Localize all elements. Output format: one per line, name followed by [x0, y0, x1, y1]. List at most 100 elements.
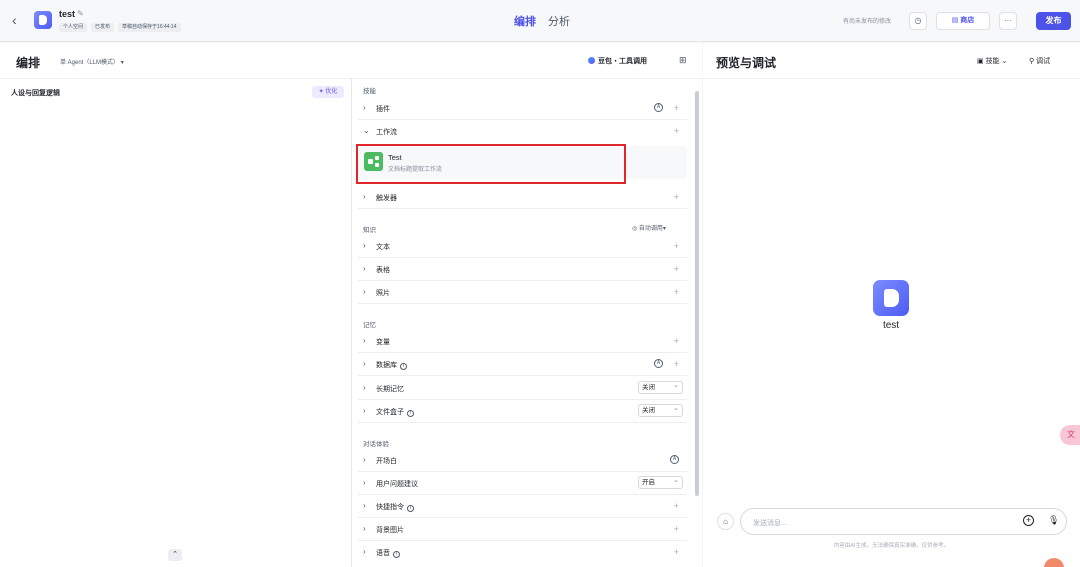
scrollbar[interactable] — [695, 91, 699, 496]
plus-icon[interactable]: + — [674, 547, 679, 557]
chevron-left-icon[interactable]: ‹ — [12, 13, 24, 27]
main-tabs: 编排 分析 — [514, 13, 570, 29]
row-table[interactable]: › 表格 + — [358, 258, 687, 281]
bot-name: test — [882, 320, 900, 331]
preview-panel: 预览与调试 ▣ 技能 ⌄ ⚲ 调试 test ⌂ 发送消息... + 🎙 内容由… — [703, 43, 1080, 567]
app-name: test — [59, 9, 76, 19]
plus-icon[interactable]: + — [674, 287, 679, 297]
section-memory: 记忆 — [363, 322, 376, 329]
auto-call-label: 自动调用 — [638, 226, 663, 232]
row-label: 文本 — [376, 244, 390, 251]
model-label: 豆包・工具调用 — [598, 58, 647, 65]
row-workflow[interactable]: ⌄ 工作流 + — [358, 120, 687, 143]
optimize-label: 优化 — [325, 89, 338, 95]
layout-grid-icon[interactable]: ⊞ — [679, 55, 687, 66]
clear-chat-icon[interactable]: ⌂ — [717, 513, 734, 530]
database-label: 数据库 — [376, 362, 397, 369]
plus-icon[interactable]: + — [674, 192, 679, 202]
row-label: 工作流 — [376, 129, 397, 136]
publish-button[interactable]: 发布 — [1036, 12, 1071, 30]
row-text[interactable]: › 文本 + — [358, 235, 687, 258]
ai-disclaimer: 内容由AI生成，无法确保真实准确，仅供参考。 — [833, 543, 950, 549]
published-badge: 已发布 — [91, 23, 115, 32]
mode-label: 单 Agent（LLM模式） — [60, 60, 120, 66]
shortcut-label: 快捷指令 — [376, 504, 404, 511]
input-placeholder: 发送消息... — [753, 520, 787, 527]
info-icon[interactable]: i — [407, 505, 414, 512]
row-label: 表格 — [376, 267, 390, 274]
row-long-memory[interactable]: › 长期记忆 关闭 — [358, 377, 687, 400]
persona-title: 人设与回复逻辑 — [11, 90, 60, 97]
long-memory-select[interactable]: 关闭 — [638, 380, 683, 394]
chevron-down-icon: ⌄ — [363, 126, 370, 135]
history-icon[interactable]: ◷ — [909, 12, 927, 30]
microphone-icon[interactable]: 🎙 — [1048, 515, 1059, 526]
translate-float-icon[interactable]: 文 — [1060, 425, 1080, 445]
model-select[interactable]: 豆包・工具调用 — [588, 56, 647, 66]
info-icon[interactable]: i — [393, 551, 400, 558]
row-label: 插件 — [376, 106, 390, 113]
editor-title: 编排 — [16, 56, 41, 70]
suggest-select[interactable]: 开启 — [638, 475, 683, 489]
add-attachment-icon[interactable]: + — [1023, 515, 1034, 526]
plus-icon[interactable]: + — [674, 126, 679, 136]
row-opening[interactable]: › 开场白 A — [358, 449, 687, 472]
top-bar: ‹ test ✎ 个人空间 已发布 草稿自动保存于16:44:14 编排 分析 … — [0, 0, 1080, 42]
edit-icon[interactable]: ✎ — [77, 9, 84, 18]
auto-icon[interactable]: A — [670, 455, 679, 464]
row-photo[interactable]: › 照片 + — [358, 281, 687, 304]
plus-icon[interactable]: + — [674, 501, 679, 511]
plus-icon[interactable]: + — [674, 359, 679, 369]
plus-icon[interactable]: + — [674, 103, 679, 113]
file-box-label: 文件盒子 — [376, 409, 404, 416]
chevron-up-icon[interactable]: ⌃ — [168, 549, 182, 561]
skills-dropdown[interactable]: ▣ 技能 ⌄ — [977, 56, 1007, 66]
plus-icon[interactable]: + — [674, 241, 679, 251]
chevron-right-icon: › — [363, 455, 366, 464]
chevron-right-icon: › — [363, 406, 366, 415]
row-file-box[interactable]: › 文件盒子 i 关闭 — [358, 400, 687, 423]
plus-icon[interactable]: + — [674, 336, 679, 346]
row-background[interactable]: › 背景图片 + — [358, 518, 687, 541]
plus-icon[interactable]: + — [674, 524, 679, 534]
row-database[interactable]: › 数据库 i A + — [358, 353, 687, 376]
mode-select[interactable]: 单 Agent（LLM模式） ▾ — [60, 57, 124, 66]
auto-call-select[interactable]: ◎ 自动调用▾ — [632, 223, 666, 232]
autosave-badge: 草稿自动保存于16:44:14 — [118, 23, 181, 32]
row-trigger[interactable]: › 触发器 + — [358, 186, 687, 209]
row-suggest[interactable]: › 用户问题建议 开启 — [358, 472, 687, 495]
tab-arrange[interactable]: 编排 — [514, 13, 536, 29]
row-variable[interactable]: › 变量 + — [358, 330, 687, 353]
shop-button[interactable]: ▤ 商店 — [936, 12, 990, 30]
auto-icon[interactable]: A — [654, 103, 663, 112]
row-label: 语音 i — [376, 548, 400, 558]
unpublished-note: 有尚未发布的修改 — [843, 19, 892, 25]
section-skills: 技能 — [363, 88, 376, 95]
optimize-button[interactable]: ✦ 优化 — [312, 86, 344, 98]
plus-icon[interactable]: + — [674, 264, 679, 274]
row-label: 快捷指令 i — [376, 502, 414, 512]
row-label: 变量 — [376, 339, 390, 346]
file-box-select[interactable]: 关闭 — [638, 403, 683, 417]
chevron-right-icon: › — [363, 287, 366, 296]
space-badge: 个人空间 — [59, 23, 88, 32]
chevron-right-icon: › — [363, 336, 366, 345]
row-voice[interactable]: › 语音 i + — [358, 541, 687, 564]
tab-analysis[interactable]: 分析 — [548, 13, 570, 29]
shop-label: 商店 — [960, 17, 975, 24]
message-input[interactable]: 发送消息... + 🎙 — [740, 508, 1067, 535]
row-label: 数据库 i — [376, 360, 407, 370]
debug-label: 调试 — [1036, 58, 1051, 65]
row-label: 用户问题建议 — [376, 481, 418, 488]
row-label: 开场白 — [376, 458, 397, 465]
row-shortcut[interactable]: › 快捷指令 i + — [358, 495, 687, 518]
divider — [351, 79, 352, 567]
voice-label: 语音 — [376, 550, 390, 557]
chevron-right-icon: › — [363, 359, 366, 368]
info-icon[interactable]: i — [400, 363, 407, 370]
row-plugin[interactable]: › 插件 A + — [358, 97, 687, 120]
info-icon[interactable]: i — [407, 410, 414, 417]
debug-button[interactable]: ⚲ 调试 — [1029, 56, 1050, 66]
auto-icon[interactable]: A — [654, 359, 663, 368]
more-icon[interactable]: ··· — [999, 12, 1017, 30]
